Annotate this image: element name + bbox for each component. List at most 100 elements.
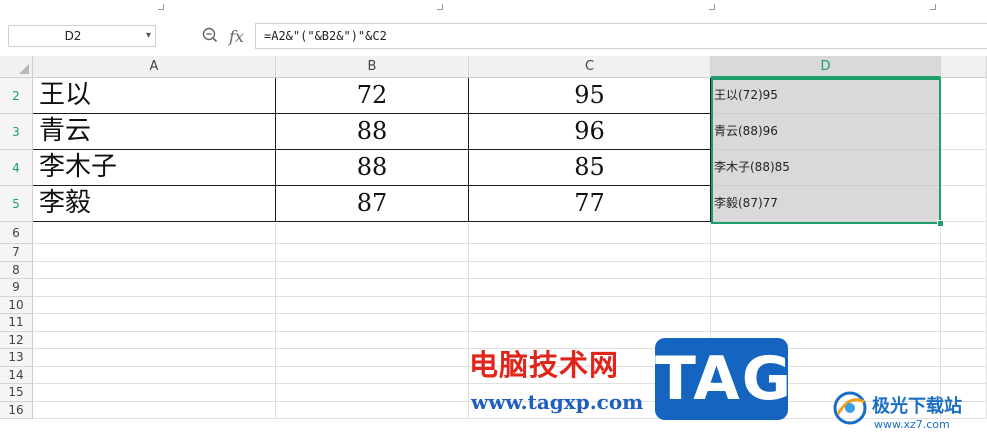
column-header-b[interactable]: B (276, 56, 469, 78)
fill-handle[interactable] (937, 220, 944, 227)
watermark-jg-name: 极光下载站 (872, 396, 962, 417)
watermark-site-name: 电脑技术网 (469, 348, 620, 382)
select-all-corner-icon[interactable] (0, 56, 33, 78)
column-header-c[interactable]: C (469, 56, 711, 78)
cell-empty[interactable] (941, 114, 987, 150)
cell-empty[interactable] (941, 150, 987, 186)
column-header-a[interactable]: A (33, 56, 276, 78)
cell-empty[interactable] (276, 349, 469, 367)
cell-empty[interactable] (941, 314, 987, 332)
cell-empty[interactable] (469, 261, 711, 279)
row-header[interactable]: 6 (0, 222, 33, 244)
dialog-launcher-icon[interactable] (709, 4, 715, 10)
watermark-jg-url: www.xz7.com (874, 418, 950, 431)
cell-empty[interactable] (33, 384, 276, 402)
cell-empty[interactable] (276, 401, 469, 419)
cell-c[interactable]: 95 (469, 78, 711, 114)
cell-empty[interactable] (941, 296, 987, 314)
row-header[interactable]: 3 (0, 114, 33, 150)
cell-empty[interactable] (33, 261, 276, 279)
cell-empty[interactable] (469, 296, 711, 314)
cell-c[interactable]: 85 (469, 150, 711, 186)
cell-empty[interactable] (276, 222, 469, 244)
cell-empty[interactable] (33, 349, 276, 367)
cell-a[interactable]: 王以 (33, 78, 276, 114)
cell-empty[interactable] (276, 279, 469, 297)
cell-empty[interactable] (276, 261, 469, 279)
cell-empty[interactable] (33, 279, 276, 297)
cell-empty[interactable] (33, 296, 276, 314)
cell-c[interactable]: 77 (469, 186, 711, 222)
cell-empty[interactable] (711, 222, 941, 244)
cell-empty[interactable] (276, 384, 469, 402)
row-header[interactable]: 5 (0, 186, 33, 222)
row-header[interactable]: 8 (0, 261, 33, 279)
row-header[interactable]: 16 (0, 401, 33, 419)
cell-empty[interactable] (33, 314, 276, 332)
cell-a[interactable]: 李木子 (33, 150, 276, 186)
cell-empty[interactable] (941, 331, 987, 349)
cell-empty[interactable] (941, 244, 987, 262)
cell-empty[interactable] (941, 279, 987, 297)
cell-empty[interactable] (941, 366, 987, 384)
cell-a[interactable]: 青云 (33, 114, 276, 150)
cell-empty[interactable] (711, 296, 941, 314)
row-header[interactable]: 7 (0, 244, 33, 262)
cell-empty[interactable] (469, 222, 711, 244)
row-header[interactable]: 4 (0, 150, 33, 186)
row-header[interactable]: 10 (0, 296, 33, 314)
cell-empty[interactable] (276, 296, 469, 314)
cell-empty[interactable] (941, 349, 987, 367)
row-header[interactable]: 15 (0, 384, 33, 402)
cell-empty[interactable] (33, 244, 276, 262)
cell-empty[interactable] (276, 314, 469, 332)
cell-empty[interactable] (276, 244, 469, 262)
row-header[interactable]: 12 (0, 331, 33, 349)
cell-empty[interactable] (711, 261, 941, 279)
row-header[interactable]: 13 (0, 349, 33, 367)
dialog-launcher-icon[interactable] (930, 4, 936, 10)
cell-d[interactable]: 李毅(87)77 (711, 186, 941, 222)
cell-empty[interactable] (276, 331, 469, 349)
cell-empty[interactable] (941, 261, 987, 279)
chevron-down-icon[interactable]: ▾ (146, 30, 151, 41)
cell-empty[interactable] (469, 244, 711, 262)
watermark-site-url: www.tagxp.com (471, 390, 644, 414)
row-header[interactable]: 14 (0, 366, 33, 384)
cell-empty[interactable] (469, 314, 711, 332)
cell-b[interactable]: 72 (276, 78, 469, 114)
dialog-launcher-icon[interactable] (437, 4, 443, 10)
zoom-icon[interactable] (202, 27, 218, 47)
name-box-value: D2 (64, 29, 82, 43)
cell-empty[interactable] (941, 222, 987, 244)
fx-icon[interactable]: fx (229, 27, 244, 46)
dialog-launcher-icon[interactable] (158, 4, 164, 10)
cell-empty[interactable] (941, 186, 987, 222)
row-header[interactable]: 2 (0, 78, 33, 114)
row-header[interactable]: 9 (0, 279, 33, 297)
cell-empty[interactable] (33, 366, 276, 384)
cell-empty[interactable] (711, 244, 941, 262)
cell-empty[interactable] (711, 314, 941, 332)
cell-b[interactable]: 88 (276, 114, 469, 150)
cell-empty[interactable] (33, 331, 276, 349)
cell-empty[interactable] (276, 366, 469, 384)
cell-d[interactable]: 王以(72)95 (711, 78, 941, 114)
cell-b[interactable]: 87 (276, 186, 469, 222)
cell-a[interactable]: 李毅 (33, 186, 276, 222)
cell-empty[interactable] (33, 401, 276, 419)
name-box[interactable]: D2 ▾ (8, 25, 156, 47)
cell-d[interactable]: 李木子(88)85 (711, 150, 941, 186)
cell-b[interactable]: 88 (276, 150, 469, 186)
cell-d[interactable]: 青云(88)96 (711, 114, 941, 150)
cell-empty[interactable] (33, 222, 276, 244)
formula-input[interactable]: =A2&"("&B2&")"&C2 (255, 23, 987, 49)
cell-c[interactable]: 96 (469, 114, 711, 150)
cell-empty[interactable] (941, 78, 987, 114)
column-header-d[interactable]: D (711, 56, 941, 78)
column-header-blank (941, 56, 987, 78)
row-header[interactable]: 11 (0, 314, 33, 332)
cell-empty[interactable] (711, 279, 941, 297)
cell-empty[interactable] (469, 279, 711, 297)
watermark-tag-logo: TAG (655, 338, 791, 420)
